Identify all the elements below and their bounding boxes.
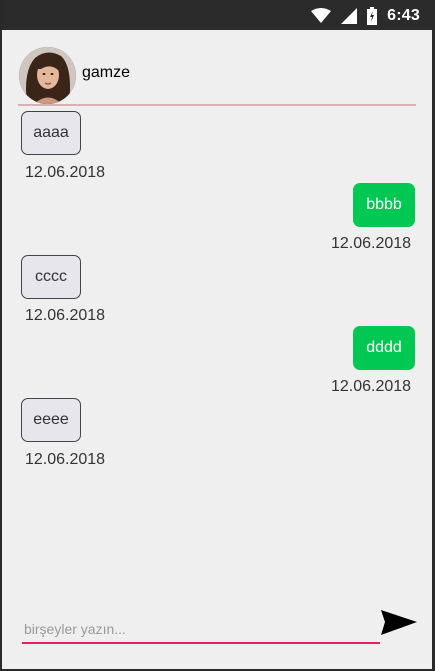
message-date: 12.06.2018 (25, 451, 106, 468)
send-button[interactable] (380, 608, 418, 638)
signal-icon (341, 8, 358, 24)
incoming-bubble[interactable]: aaaa (21, 111, 81, 155)
message-date: 12.06.2018 (25, 164, 106, 181)
message-list: aaaa 12.06.2018 bbbb 12.06.2018 cccc 12.… (2, 108, 432, 588)
contact-name: gamze (82, 64, 131, 81)
send-icon (381, 610, 417, 635)
outgoing-bubble[interactable]: bbbb (353, 183, 415, 227)
status-time: 6:43 (387, 7, 420, 24)
composer (2, 600, 432, 660)
message-date: 12.06.2018 (331, 235, 412, 252)
battery-icon (367, 7, 378, 25)
header-divider (18, 104, 416, 106)
chat-screen: 6:43 gamze aaaa 12.06.2018 bbbb 12.06.20… (2, 0, 432, 669)
avatar[interactable] (19, 47, 76, 104)
message-input[interactable] (22, 616, 380, 644)
chat-header: gamze (2, 30, 432, 106)
incoming-bubble[interactable]: cccc (21, 255, 81, 299)
contact-photo (19, 47, 76, 104)
incoming-bubble[interactable]: eeee (21, 398, 81, 442)
status-bar: 6:43 (2, 0, 432, 30)
message-date: 12.06.2018 (331, 378, 412, 395)
wifi-icon (311, 8, 332, 23)
message-date: 12.06.2018 (25, 307, 106, 324)
outgoing-bubble[interactable]: dddd (353, 326, 415, 370)
